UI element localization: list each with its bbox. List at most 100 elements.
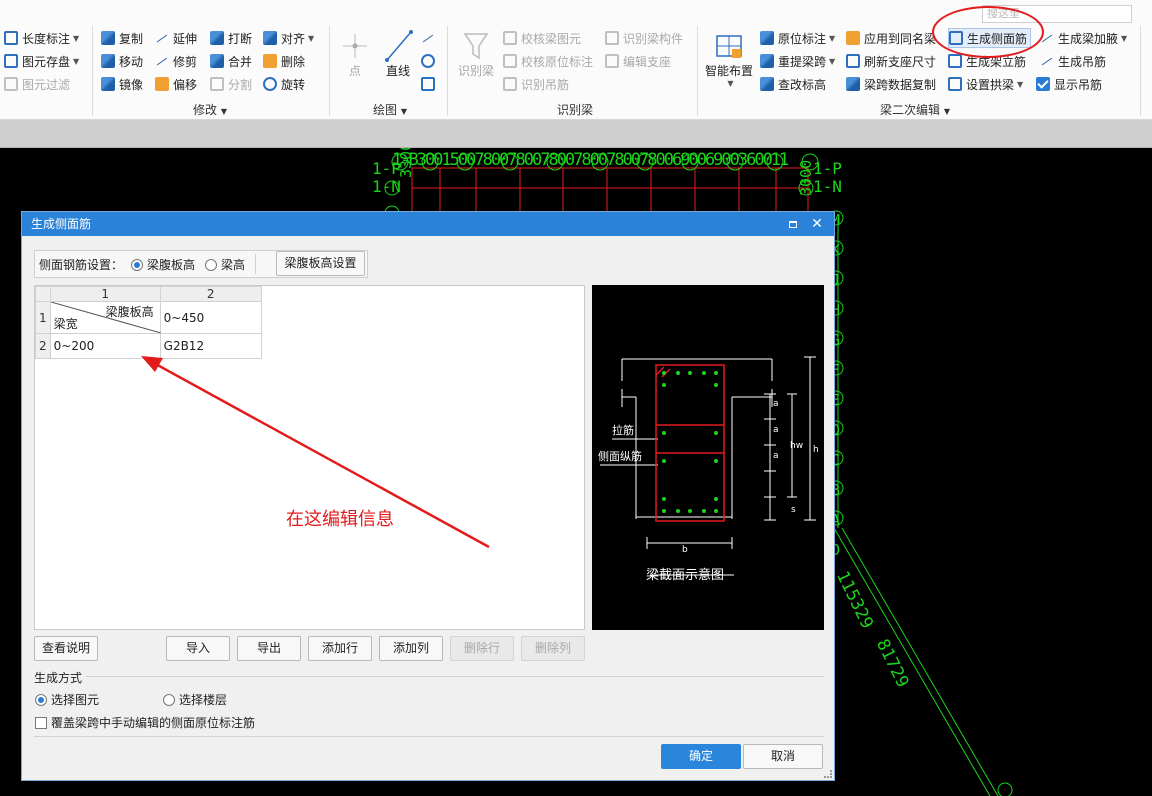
refresh-support-label: 刷新支座尺寸 xyxy=(864,54,937,69)
mirror-button[interactable]: 镜像 xyxy=(101,74,143,94)
beam-section-preview: 拉筋 侧面纵筋 a a a hw h s b 梁截面示意图 xyxy=(592,285,824,630)
ok-button[interactable]: 确定 xyxy=(661,744,741,769)
trim-icon xyxy=(155,54,169,68)
export-button[interactable]: 导出 xyxy=(237,636,301,661)
element-filter-button[interactable]: 图元过滤 xyxy=(4,74,70,94)
add-row-button[interactable]: 添加行 xyxy=(308,636,372,661)
erection-rebar-icon xyxy=(948,54,962,68)
override-checkbox[interactable]: 覆盖梁跨中手动编辑的侧面原位标注筋 xyxy=(35,714,255,731)
radio-web-height[interactable]: 梁腹板高 xyxy=(131,256,195,273)
apply-icon xyxy=(846,31,860,45)
split-label: 分割 xyxy=(228,77,253,92)
smart-layout-button[interactable]: 智能布置 ▼ xyxy=(704,30,754,88)
view-help-button[interactable]: 查看说明 xyxy=(34,636,98,661)
apply-same-name-button[interactable]: 应用到同名梁 xyxy=(846,28,936,48)
check-icon xyxy=(503,54,517,68)
refresh-support-button[interactable]: 刷新支座尺寸 xyxy=(846,51,936,71)
tie-label: 拉筋 xyxy=(612,424,634,437)
import-button[interactable]: 导入 xyxy=(166,636,230,661)
dimension-icon xyxy=(4,31,18,45)
dim-a-label: a xyxy=(773,399,779,409)
chevron-down-icon: ▼ xyxy=(73,33,80,43)
table-cell[interactable]: 0~200 xyxy=(49,333,161,359)
cad-vert-number: 3300 xyxy=(397,148,415,178)
divider xyxy=(86,676,824,677)
identify-beam-icon xyxy=(463,33,489,60)
merge-label: 合并 xyxy=(228,54,253,69)
draw-arc-button[interactable] xyxy=(421,28,439,48)
close-button[interactable]: ✕ xyxy=(806,212,828,236)
identify-beam-button[interactable]: 识别梁 xyxy=(456,30,496,79)
table-diagonal-header: 梁腹板高 梁宽 xyxy=(49,301,161,334)
identify-hanger-button[interactable]: 识别吊筋 xyxy=(503,74,569,94)
rebar-dot xyxy=(714,383,718,387)
re-extract-span-button[interactable]: 重提梁跨 ▼ xyxy=(760,51,835,71)
table-cell[interactable]: G2B12 xyxy=(159,333,262,359)
copy-button[interactable]: 复制 xyxy=(101,28,143,48)
radio-beam-height-label: 梁高 xyxy=(221,257,246,272)
table-cell[interactable]: 0~450 xyxy=(159,301,262,334)
offset-label: 偏移 xyxy=(173,77,198,92)
check-beam-element-button[interactable]: 校核梁图元 xyxy=(503,28,581,48)
rebar-dot xyxy=(662,459,666,463)
web-height-setting-button[interactable]: 梁腹板高设置 xyxy=(276,251,365,276)
generate-haunch-button[interactable]: 生成梁加腋 ▼ xyxy=(1040,28,1127,48)
rebar-dot xyxy=(662,383,666,387)
length-dimension-button[interactable]: 长度标注 ▼ xyxy=(4,28,79,48)
draw-rect-button[interactable] xyxy=(421,74,439,94)
copy-icon xyxy=(846,77,860,91)
col-header: 2 xyxy=(159,286,262,302)
break-button[interactable]: 打断 xyxy=(210,28,252,48)
align-button[interactable]: 对齐 ▼ xyxy=(263,28,314,48)
draw-circle-button[interactable] xyxy=(421,51,439,71)
radio-select-element[interactable]: 选择图元 xyxy=(35,691,99,708)
cancel-button[interactable]: 取消 xyxy=(743,744,823,769)
set-arch-beam-button[interactable]: 设置拱梁 ▼ xyxy=(948,74,1023,94)
search-input[interactable]: 搜这里 xyxy=(982,5,1132,23)
rotate-button[interactable]: 旋转 xyxy=(263,74,305,94)
chevron-down-icon: ▼ xyxy=(829,56,836,66)
radio-icon xyxy=(163,694,175,706)
checkbox-icon xyxy=(35,717,47,729)
check-elevation-button[interactable]: 查改标高 xyxy=(760,74,826,94)
checkbox-icon xyxy=(1036,77,1050,91)
radio-beam-height[interactable]: 梁高 xyxy=(205,256,245,273)
radio-select-floor[interactable]: 选择楼层 xyxy=(163,691,227,708)
radio-web-height-label: 梁腹板高 xyxy=(147,257,196,272)
add-column-button[interactable]: 添加列 xyxy=(379,636,443,661)
cad-label-right-p: 1-P xyxy=(813,159,842,178)
draw-point-button[interactable]: 点 xyxy=(340,30,370,79)
smart-layout-label: 智能布置 xyxy=(704,64,753,78)
split-icon xyxy=(210,77,224,91)
delete-row-button[interactable]: 删除行 xyxy=(450,636,514,661)
group-label-modify: 修改 ▼ xyxy=(193,103,227,117)
check-origin-annot-button[interactable]: 校核原位标注 xyxy=(503,51,593,71)
split-button[interactable]: 分割 xyxy=(210,74,252,94)
save-icon xyxy=(4,54,18,68)
move-button[interactable]: 移动 xyxy=(101,51,143,71)
apply-same-name-label: 应用到同名梁 xyxy=(864,31,937,46)
radio-icon xyxy=(131,258,144,271)
generate-erection-rebar-button[interactable]: 生成架立筋 xyxy=(948,51,1026,71)
draw-line-button[interactable]: 直线 xyxy=(382,30,414,79)
maximize-button[interactable] xyxy=(782,212,804,236)
identify-beam-member-button[interactable]: 识别梁构件 xyxy=(605,28,683,48)
generate-side-rebar-button[interactable]: 生成侧面筋 xyxy=(948,28,1032,48)
trim-button[interactable]: 修剪 xyxy=(155,51,197,71)
show-hanger-checkbox[interactable]: 显示吊筋 xyxy=(1036,74,1102,94)
merge-button[interactable]: 合并 xyxy=(210,51,252,71)
resize-grip[interactable] xyxy=(824,770,832,778)
element-save-button[interactable]: 图元存盘 ▼ xyxy=(4,51,79,71)
dim-b-label: b xyxy=(682,545,688,555)
cad-label-left-n: 1-N xyxy=(372,177,401,196)
edit-support-button[interactable]: 编辑支座 xyxy=(605,51,671,71)
edit-icon xyxy=(605,54,619,68)
span-data-copy-button[interactable]: 梁跨数据复制 xyxy=(846,74,936,94)
origin-annot-button[interactable]: 原位标注 ▼ xyxy=(760,28,835,48)
delete-button[interactable]: 删除 xyxy=(263,51,305,71)
delete-column-button[interactable]: 删除列 xyxy=(521,636,585,661)
tool-strip xyxy=(0,120,1152,148)
generate-hanger-button[interactable]: 生成吊筋 xyxy=(1040,51,1106,71)
extend-button[interactable]: 延伸 xyxy=(155,28,197,48)
offset-button[interactable]: 偏移 xyxy=(155,74,197,94)
